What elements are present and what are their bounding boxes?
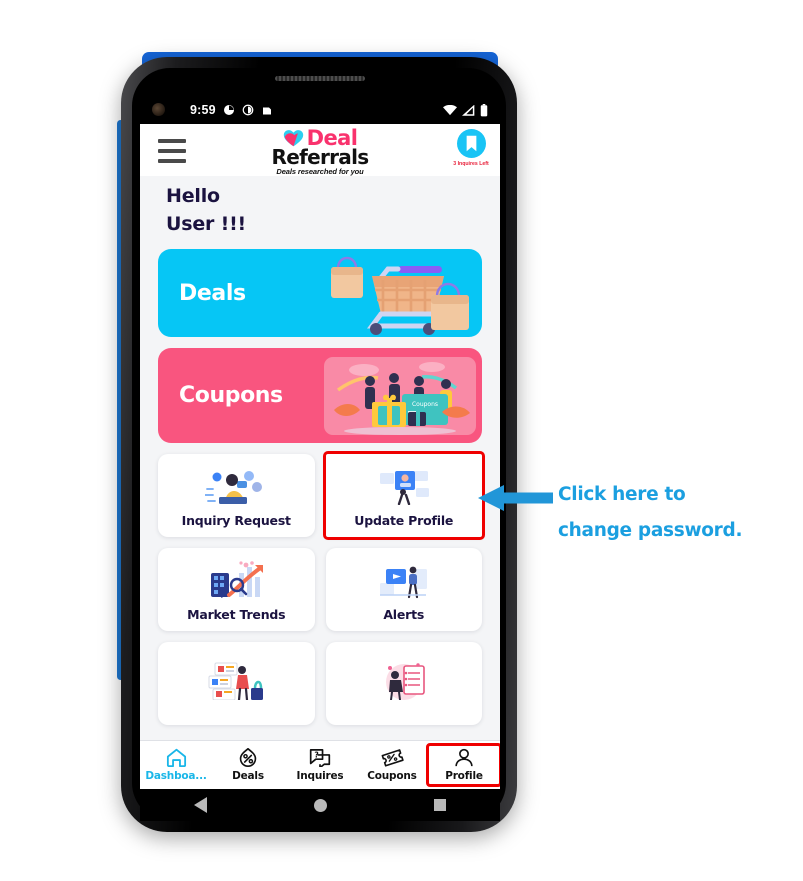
nav-item-inquires[interactable]: ? Inquires — [285, 746, 355, 784]
deals-banner-card[interactable]: Deals — [158, 249, 482, 338]
phone-earpiece-speaker — [275, 76, 365, 81]
status-bar-left: 9:59 — [190, 103, 273, 117]
tile-checklist[interactable] — [325, 642, 482, 726]
person-icon — [455, 748, 473, 767]
cellular-signal-icon — [462, 104, 475, 116]
status-bar: 9:59 — [140, 96, 500, 124]
svg-text:Coupons: Coupons — [412, 401, 438, 408]
annotation-line-1: Click here to — [558, 484, 686, 505]
coupons-people-illustration: Coupons — [324, 348, 476, 443]
left-arrow-icon — [478, 485, 553, 511]
nav-label: Profile — [445, 770, 483, 782]
tile-alerts[interactable]: Alerts — [325, 548, 482, 632]
tile-label: Market Trends — [187, 606, 286, 622]
app-header: Deal Referrals Deals researched for you … — [140, 124, 500, 176]
camera-punchhole-icon — [152, 103, 165, 116]
profile-card-illustration — [376, 466, 432, 506]
greeting-line-1: Hello — [166, 185, 220, 207]
notification-icon — [242, 104, 254, 116]
bookmark-circle — [456, 129, 486, 158]
bookmark-icon — [466, 135, 476, 152]
nav-item-coupons[interactable]: Coupons — [357, 746, 427, 784]
brand-logo: Deal Referrals Deals researched for you — [140, 127, 500, 176]
tile-listings[interactable] — [158, 642, 315, 726]
feature-tile-grid: Inquiry Request Update Profile Market Tr… — [158, 451, 485, 726]
greeting-block: Hello User !!! — [140, 176, 500, 242]
android-navigation-bar — [140, 789, 500, 821]
wifi-icon — [443, 104, 457, 115]
nav-label: Coupons — [367, 770, 417, 782]
tile-market-trends[interactable]: Market Trends — [158, 548, 315, 632]
greeting-line-2: User !!! — [166, 212, 247, 235]
tile-update-profile[interactable]: Update Profile — [322, 451, 485, 541]
app-screen: Deal Referrals Deals researched for you … — [140, 124, 500, 789]
nav-label: Deals — [232, 770, 264, 782]
heart-icon — [283, 130, 303, 147]
coupons-banner-label: Coupons — [179, 383, 283, 409]
nav-label: Inquires — [296, 770, 344, 782]
brand-word-referrals: Referrals — [271, 145, 370, 169]
battery-icon — [480, 103, 488, 116]
ticket-icon — [381, 749, 404, 767]
support-agent-illustration — [205, 466, 267, 506]
back-triangle-icon[interactable] — [193, 797, 207, 813]
tile-label: Alerts — [383, 606, 425, 622]
deals-banner-label: Deals — [179, 280, 246, 306]
listings-illustration — [205, 661, 267, 701]
bottom-navigation-bar: Dashboa... Deals ? Inquires Coupons Prof… — [140, 740, 500, 789]
annotation-text: Click here to change password. — [558, 477, 793, 549]
brand-tagline: Deals researched for you — [276, 167, 364, 176]
discount-icon — [239, 748, 257, 767]
nav-item-dashboard[interactable]: Dashboa... — [141, 746, 211, 784]
tile-label: Inquiry Request — [181, 512, 291, 528]
coupons-banner-card[interactable]: Coupons Coupons — [158, 348, 482, 444]
notification-icon — [223, 105, 234, 115]
nav-item-profile[interactable]: Profile — [426, 743, 500, 787]
recents-square-icon[interactable] — [434, 799, 447, 811]
nav-label: Dashboa... — [145, 770, 207, 782]
notification-icon — [262, 107, 271, 115]
alert-megaphone-illustration — [377, 560, 431, 600]
home-circle-icon[interactable] — [313, 798, 327, 812]
inquires-left-label: 3 Inquires Left — [453, 161, 489, 167]
tile-inquiry-request[interactable]: Inquiry Request — [158, 454, 315, 538]
status-bar-time: 9:59 — [190, 103, 216, 117]
shopping-cart-illustration — [298, 249, 476, 337]
checklist-illustration — [376, 661, 432, 701]
bookmark-badge-button[interactable]: 3 Inquires Left — [453, 129, 489, 171]
nav-item-deals[interactable]: Deals — [213, 746, 283, 784]
market-chart-illustration — [205, 560, 267, 600]
status-bar-right — [443, 103, 488, 117]
annotation-line-2: change password. — [558, 520, 743, 542]
tile-label: Update Profile — [354, 512, 454, 528]
home-icon — [166, 748, 186, 767]
chat-question-icon: ? — [309, 749, 331, 767]
